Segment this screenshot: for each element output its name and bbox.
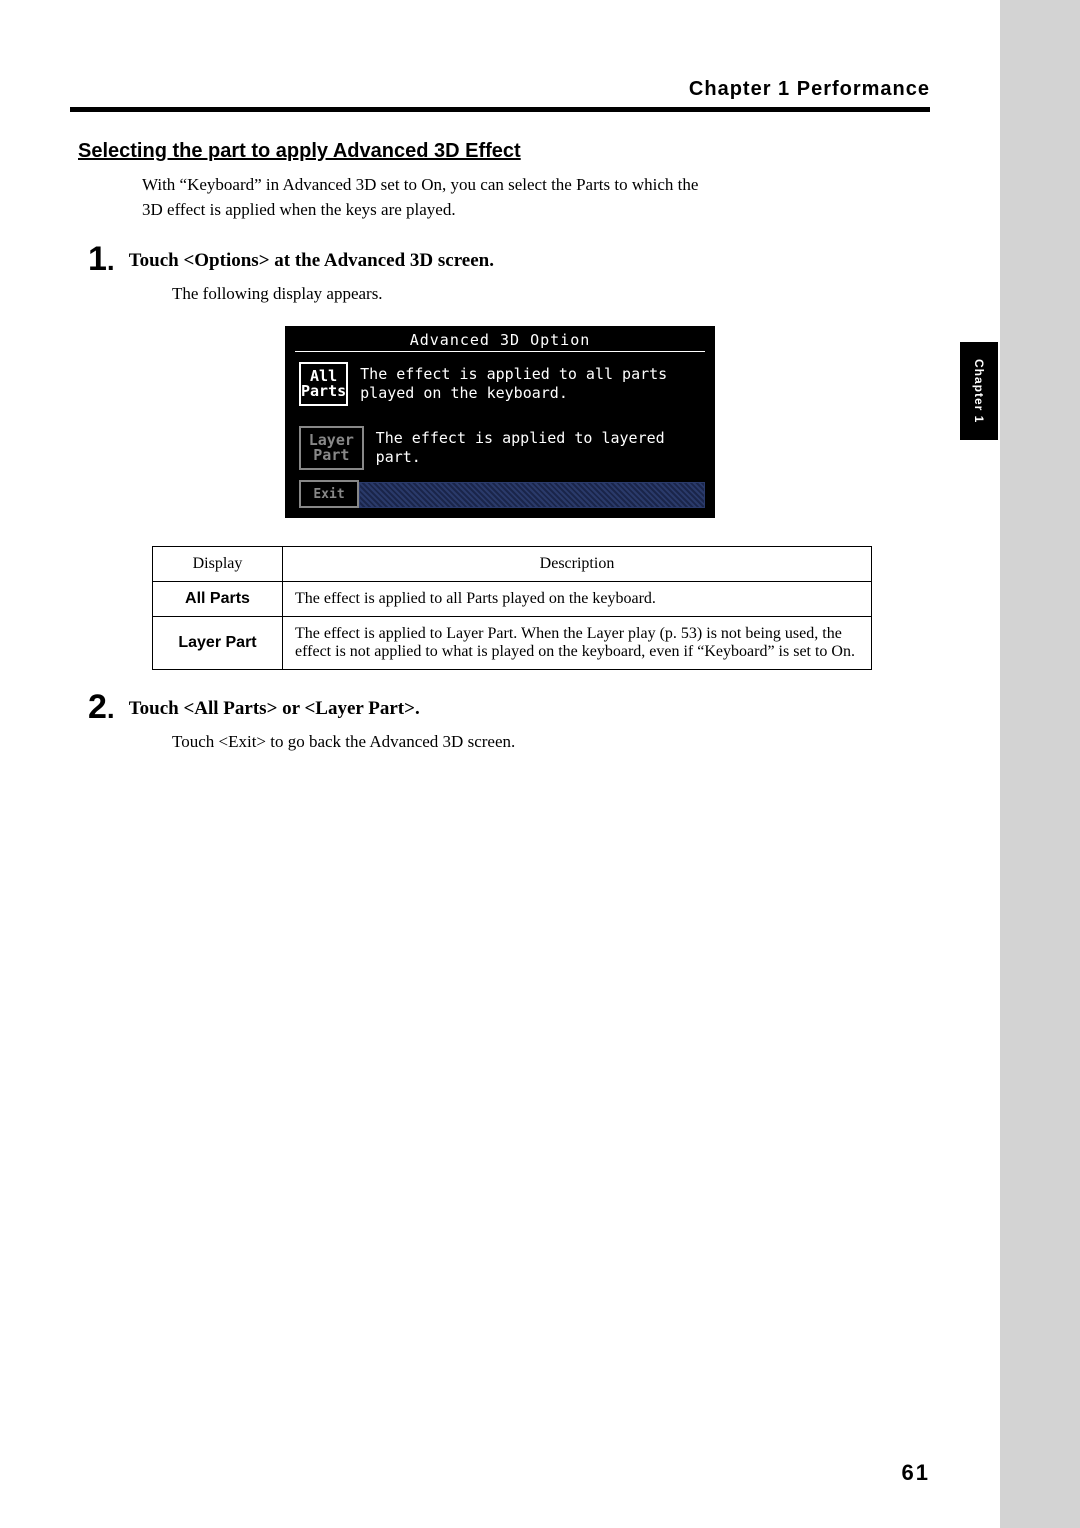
step-heading: Touch <Options> at the Advanced 3D scree…: [129, 250, 494, 272]
lcd-screenshot: Advanced 3D Option All Parts The effect …: [285, 326, 715, 518]
chapter-header: Chapter 1 Performance: [70, 78, 930, 101]
lcd-title: Advanced 3D Option: [287, 328, 713, 351]
table-header-row: Display Description: [153, 547, 872, 582]
step-number: 1: [88, 242, 115, 276]
lcd-button-all-parts[interactable]: All Parts: [299, 362, 348, 406]
header-rule: [70, 107, 930, 112]
step-2: 2 Touch <All Parts> or <Layer Part>.: [88, 690, 930, 724]
lcd-button-exit[interactable]: Exit: [299, 480, 359, 508]
step-body: Touch <Exit> to go back the Advanced 3D …: [172, 732, 930, 752]
lcd-button-text: Part: [313, 448, 349, 463]
side-tab-chapter: Chapter 1: [960, 342, 998, 440]
row-desc-layer-part: The effect is applied to Layer Part. Whe…: [283, 617, 872, 670]
lcd-bottom-row: Exit: [287, 480, 713, 516]
step-1: 1 Touch <Options> at the Advanced 3D scr…: [88, 242, 930, 276]
lcd-scrollbar: [359, 482, 705, 508]
manual-page: Chapter 1 Performance Selecting the part…: [0, 0, 1000, 1528]
row-label-all-parts: All Parts: [153, 582, 283, 617]
section-title: Selecting the part to apply Advanced 3D …: [78, 140, 930, 163]
lcd-button-text: Parts: [301, 384, 346, 399]
lcd-row-all-parts: All Parts The effect is applied to all p…: [287, 352, 713, 416]
lcd-row-layer-part: Layer Part The effect is applied to laye…: [287, 416, 713, 480]
page-number: 61: [902, 1460, 930, 1486]
lcd-desc-all: The effect is applied to all parts playe…: [360, 365, 701, 404]
th-display: Display: [153, 547, 283, 582]
step-heading: Touch <All Parts> or <Layer Part>.: [129, 698, 420, 720]
options-table: Display Description All Parts The effect…: [152, 546, 872, 670]
row-label-layer-part: Layer Part: [153, 617, 283, 670]
step-number: 2: [88, 690, 115, 724]
lcd-button-layer-part[interactable]: Layer Part: [299, 426, 364, 470]
lcd-button-text: Exit: [313, 488, 344, 501]
step-body: The following display appears.: [172, 284, 930, 304]
table-row: Layer Part The effect is applied to Laye…: [153, 617, 872, 670]
th-description: Description: [283, 547, 872, 582]
row-desc-all-parts: The effect is applied to all Parts playe…: [283, 582, 872, 617]
intro-text: With “Keyboard” in Advanced 3D set to On…: [142, 173, 722, 222]
table-row: All Parts The effect is applied to all P…: [153, 582, 872, 617]
lcd-desc-layer: The effect is applied to layered part.: [376, 429, 701, 468]
